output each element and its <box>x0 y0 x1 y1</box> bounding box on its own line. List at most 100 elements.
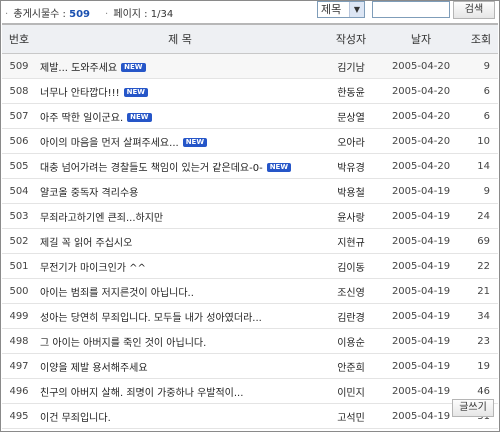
table-row[interactable]: 501 무전기가 마이크인가 ^^ 김이동 2005-04-19 22 <box>2 253 498 279</box>
post-hits: 10 <box>464 128 498 154</box>
total-posts-label: 총게시물수 : <box>13 9 66 20</box>
table-row[interactable]: 500 아이는 범죄를 저지른것이 아닙니다.. 조신영 2005-04-19 21 <box>2 278 498 304</box>
post-number: 502 <box>2 228 36 254</box>
page-value: 1/34 <box>150 9 174 20</box>
total-posts-stat: · 총게시물수 : 509 <box>5 5 90 20</box>
post-title-link[interactable]: 무죄라고하기엔 큰죄...하지만 <box>40 213 163 224</box>
post-title-link[interactable]: 친구의 아버지 살해. 죄명이 가중하나 우발적이... <box>40 388 243 399</box>
post-title-link[interactable]: 이양을 제발 용서해주세요 <box>40 363 148 374</box>
post-title-link[interactable]: 대충 넘어가려는 경찰들도 책임이 있는거 같은데요-0- <box>40 163 263 174</box>
post-title-link[interactable]: 아이는 범죄를 저지른것이 아닙니다.. <box>40 288 194 299</box>
post-author: 한동윤 <box>324 78 378 104</box>
table-row[interactable]: 495이건 무죄입니다.고석민2005-04-1931 <box>2 403 498 429</box>
post-title-cell: 아주 딱한 일이군요. NEW <box>36 103 324 129</box>
post-title-cell: 아이는 범죄를 저지른것이 아닙니다.. <box>36 278 324 304</box>
post-title-link[interactable]: 무전기가 마이크인가 ^^ <box>40 263 146 274</box>
post-table: 번호 제 목 작성자 날자 조회 509 제발... 도와주세요 NEW 김기남 200… <box>2 23 498 429</box>
table-row[interactable]: 508 너무나 안타깝다!!! NEW 한동윤 2005-04-20 6 <box>2 78 498 104</box>
post-author: 문상열 <box>324 103 378 129</box>
post-author: 박용철 <box>324 178 378 204</box>
post-title-cell: 너무나 안타깝다!!! NEW <box>36 78 324 104</box>
post-date: 2005-04-19 <box>378 203 464 229</box>
post-author: 김이동 <box>324 253 378 279</box>
post-title-cell: 제길 꼭 읽어 주십시오 <box>36 228 324 254</box>
post-date: 2005-04-19 <box>378 228 464 254</box>
post-title-cell: 그 아이는 아버지를 죽인 것이 아닙니다. <box>36 328 324 354</box>
post-number: 496 <box>2 378 36 404</box>
post-number: 503 <box>2 203 36 229</box>
table-row[interactable]: 503 무죄라고하기엔 큰죄...하지만 윤사랑 2005-04-19 24 <box>2 203 498 229</box>
new-badge: NEW <box>266 163 292 172</box>
post-number: 495 <box>2 403 36 429</box>
table-row[interactable]: 509 제발... 도와주세요 NEW 김기남 2005-04-20 9 <box>2 53 498 79</box>
post-date: 2005-04-20 <box>378 78 464 104</box>
new-badge: NEW <box>182 138 208 147</box>
table-row[interactable]: 505 대충 넘어가려는 경찰들도 책임이 있는거 같은데요-0- NEW 박유경 20… <box>2 153 498 179</box>
board-topbar: · 총게시물수 : 509 · 페이지 : 1/34 제목 ▼ 검색 <box>1 1 499 21</box>
table-header-row: 번호 제 목 작성자 날자 조회 <box>2 23 498 54</box>
header-title: 제 목 <box>36 23 324 54</box>
post-title-cell: 이양을 제발 용서해주세요 <box>36 353 324 379</box>
search-field-selected: 제목 <box>321 3 342 16</box>
post-title-link[interactable]: 성아는 당연히 무죄입니다. 모두들 내가 성아였더라... <box>40 313 262 324</box>
table-row[interactable]: 499 성아는 당연히 무죄입니다. 모두들 내가 성아였더라... 김란경 2005… <box>2 303 498 329</box>
post-title-cell: 제발... 도와주세요 NEW <box>36 53 324 79</box>
post-hits: 9 <box>464 178 498 204</box>
post-hits: 6 <box>464 78 498 104</box>
table-row[interactable]: 507 아주 딱한 일이군요. NEW 문상열 2005-04-20 6 <box>2 103 498 129</box>
post-title-cell: 얄코올 중독자 격리수용 <box>36 178 324 204</box>
post-title-cell: 아이의 마음을 먼저 살펴주세요... NEW <box>36 128 324 154</box>
post-author: 김란경 <box>324 303 378 329</box>
page-stat: · 페이지 : 1/34 <box>105 5 173 20</box>
post-title-link[interactable]: 아이의 마음을 먼저 살펴주세요... <box>40 138 179 149</box>
table-row[interactable]: 506 아이의 마음을 먼저 살펴주세요... NEW 오아라 2005-04-20 10 <box>2 128 498 154</box>
post-number: 507 <box>2 103 36 129</box>
post-hits: 23 <box>464 328 498 354</box>
post-title-link[interactable]: 너무나 안타깝다!!! <box>40 88 120 99</box>
post-hits: 6 <box>464 103 498 129</box>
post-author: 오아라 <box>324 128 378 154</box>
chevron-down-icon[interactable]: ▼ <box>349 2 364 17</box>
post-hits: 24 <box>464 203 498 229</box>
post-date: 2005-04-19 <box>378 353 464 379</box>
header-no: 번호 <box>2 23 36 54</box>
post-title-cell: 무죄라고하기엔 큰죄...하지만 <box>36 203 324 229</box>
post-hits: 21 <box>464 278 498 304</box>
search-field-select[interactable]: 제목 ▼ <box>317 1 365 18</box>
table-row[interactable]: 498 그 아이는 아버지를 죽인 것이 아닙니다. 이용순 2005-04-19 23 <box>2 328 498 354</box>
post-author: 김기남 <box>324 53 378 79</box>
post-title-link[interactable]: 얄코올 중독자 격리수용 <box>40 188 138 199</box>
post-author: 조신영 <box>324 278 378 304</box>
post-title-cell: 무전기가 마이크인가 ^^ <box>36 253 324 279</box>
post-hits: 34 <box>464 303 498 329</box>
table-row[interactable]: 504 얄코올 중독자 격리수용 박용철 2005-04-19 9 <box>2 178 498 204</box>
post-number: 501 <box>2 253 36 279</box>
search-input[interactable] <box>372 1 450 18</box>
post-date: 2005-04-20 <box>378 103 464 129</box>
post-number: 505 <box>2 153 36 179</box>
post-title-link[interactable]: 아주 딱한 일이군요. <box>40 113 123 124</box>
post-author: 박유경 <box>324 153 378 179</box>
post-number: 504 <box>2 178 36 204</box>
post-title-cell: 이건 무죄입니다. <box>36 403 324 429</box>
post-title-cell: 대충 넘어가려는 경찰들도 책임이 있는거 같은데요-0- NEW <box>36 153 324 179</box>
post-hits: 9 <box>464 53 498 79</box>
post-date: 2005-04-19 <box>378 178 464 204</box>
post-list: 번호 제 목 작성자 날자 조회 509 제발... 도와주세요 NEW 김기남 200… <box>2 23 498 429</box>
post-date: 2005-04-20 <box>378 128 464 154</box>
post-author: 이용순 <box>324 328 378 354</box>
table-row[interactable]: 497 이양을 제발 용서해주세요 안준희 2005-04-19 19 <box>2 353 498 379</box>
post-title-link[interactable]: 제발... 도와주세요 <box>40 63 117 74</box>
search-button[interactable]: 검색 <box>453 1 495 19</box>
table-row[interactable]: 496 친구의 아버지 살해. 죄명이 가중하나 우발적이... 이민지 2005-0… <box>2 378 498 404</box>
post-author: 이민지 <box>324 378 378 404</box>
post-author: 지현규 <box>324 228 378 254</box>
write-button[interactable]: 글쓰기 <box>452 399 494 417</box>
table-row[interactable]: 502 제길 꼭 읽어 주십시오 지현규 2005-04-19 69 <box>2 228 498 254</box>
post-title-link[interactable]: 그 아이는 아버지를 죽인 것이 아닙니다. <box>40 338 206 349</box>
post-date: 2005-04-19 <box>378 278 464 304</box>
post-hits: 69 <box>464 228 498 254</box>
post-title-link[interactable]: 제길 꼭 읽어 주십시오 <box>40 238 132 249</box>
post-title-link[interactable]: 이건 무죄입니다. <box>40 413 111 424</box>
post-date: 2005-04-20 <box>378 153 464 179</box>
